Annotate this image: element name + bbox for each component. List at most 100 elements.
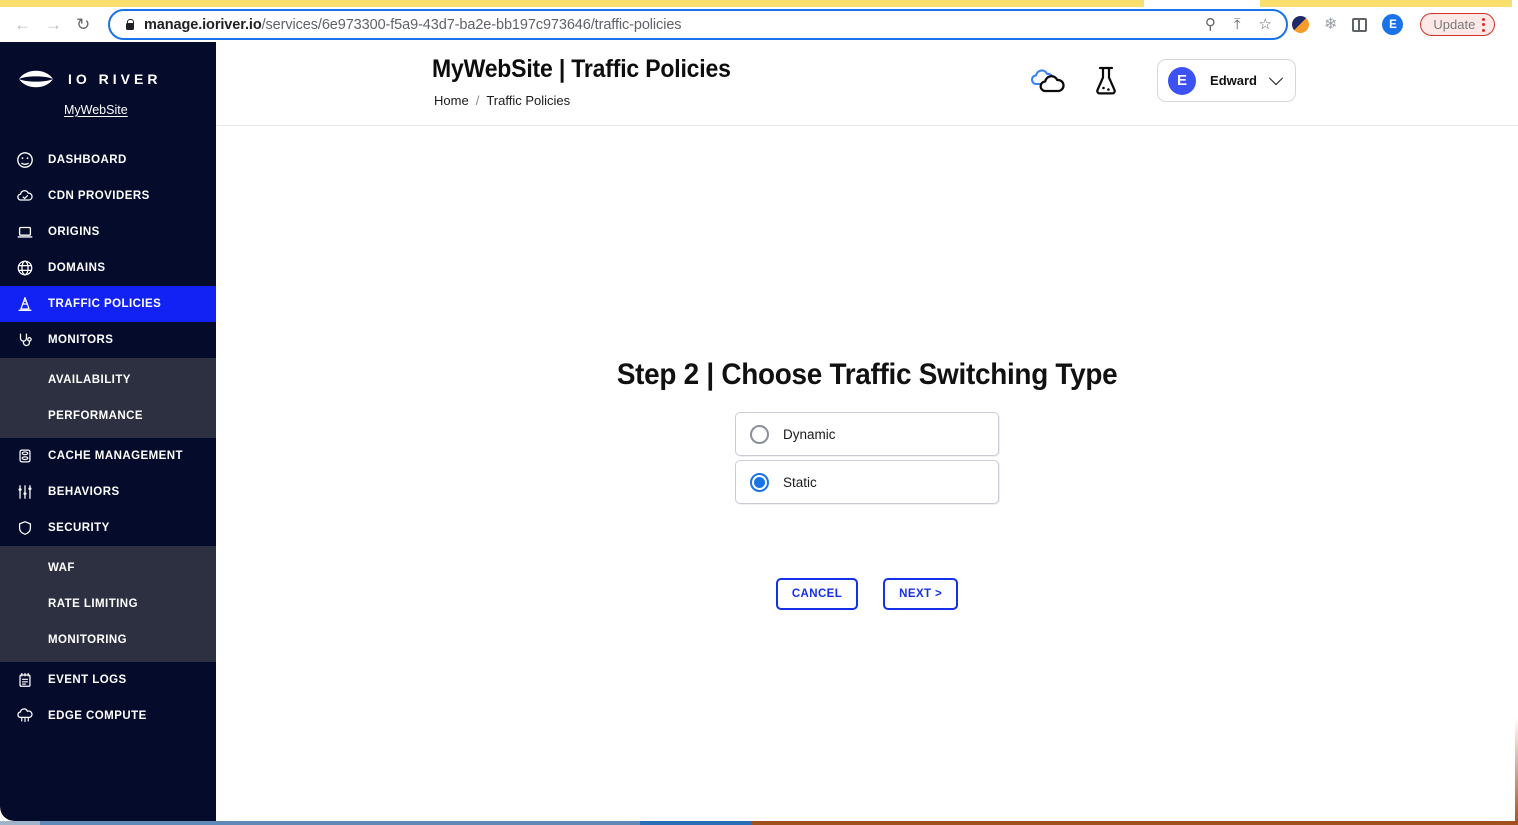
sidebar-item-label: SECURITY (48, 522, 110, 534)
sliders-icon (16, 483, 34, 501)
lab-flask-icon[interactable] (1091, 65, 1121, 97)
sidebar-item-waf[interactable]: WAF (0, 550, 216, 586)
kebab-menu-icon[interactable] (1482, 17, 1486, 32)
sidebar-item-label: BEHAVIORS (48, 486, 120, 498)
sidebar-nav: DASHBOARD CDN PROVIDERS ORIGINS DOMAINS … (0, 142, 216, 734)
sidebar-item-edge-compute[interactable]: EDGE COMPUTE (0, 698, 216, 734)
sidebar-item-label: MONITORS (48, 334, 114, 346)
edge-compute-icon (16, 707, 34, 725)
browser-tab-strip-gap (1144, 0, 1260, 7)
sidebar-item-behaviors[interactable]: BEHAVIORS (0, 474, 216, 510)
radio-dynamic[interactable] (750, 424, 769, 444)
brand-name: IO RIVER (68, 71, 162, 87)
star-bookmark-icon[interactable]: ☆ (1259, 17, 1272, 32)
share-icon[interactable]: ⤒ (1234, 17, 1241, 32)
content-area: MyWebSite | Traffic Policies Home / Traf… (216, 42, 1518, 821)
sidebar-item-monitors[interactable]: MONITORS (0, 322, 216, 358)
lock-icon (124, 18, 135, 31)
sidebar-item-cdn-providers[interactable]: CDN PROVIDERS (0, 178, 216, 214)
reload-icon[interactable]: ↻ (76, 16, 90, 33)
update-button[interactable]: Update (1420, 13, 1496, 36)
sidebar-item-domains[interactable]: DOMAINS (0, 250, 216, 286)
sidebar-item-availability[interactable]: AVAILABILITY (0, 362, 216, 398)
chevron-down-icon (1268, 70, 1284, 85)
globe-icon (16, 259, 34, 277)
page-header: MyWebSite | Traffic Policies Home / Traf… (216, 42, 1518, 126)
service-link-wrap: MyWebSite (0, 101, 216, 119)
clouds-icon[interactable] (1027, 66, 1069, 96)
main-panel: Step 2 | Choose Traffic Switching Type D… (216, 126, 1518, 820)
radio-static[interactable] (750, 472, 769, 492)
puzzle-extensions-icon[interactable]: ❄ (1324, 16, 1337, 33)
desktop-bottom-edge (0, 821, 1518, 825)
browser-toolbar: ← → ↻ manage.ioriver.io/services/6e97330… (0, 7, 1518, 42)
avatar: E (1168, 66, 1197, 95)
sidebar-item-label: CACHE MANAGEMENT (48, 450, 183, 462)
notepad-icon (16, 671, 34, 689)
sidebar-item-label: CDN PROVIDERS (48, 190, 150, 202)
option-static[interactable]: Static (735, 460, 999, 504)
address-bar[interactable]: manage.ioriver.io/services/6e973300-f5a9… (108, 9, 1288, 40)
back-arrow-icon[interactable]: ← (14, 16, 31, 33)
ioriver-eye-logo (18, 66, 54, 92)
sidebar-item-origins[interactable]: ORIGINS (0, 214, 216, 250)
switching-type-options: Dynamic Static (735, 412, 999, 504)
traffic-cone-icon (16, 295, 34, 313)
browser-profile-avatar[interactable]: E (1382, 14, 1404, 35)
sidebar-item-label: EDGE COMPUTE (48, 710, 147, 722)
wizard-actions: CANCEL NEXT > (775, 578, 959, 610)
url-path: /services/6e973300-f5a9-43d7-ba2e-bb197c… (261, 16, 682, 33)
laptop-icon (16, 223, 34, 241)
sidebar-item-label: EVENT LOGS (48, 674, 127, 686)
sidebar-subitem-label: WAF (48, 562, 75, 574)
extension-brand-icon[interactable] (1292, 16, 1309, 33)
sidebar-item-dashboard[interactable]: DASHBOARD (0, 142, 216, 178)
header-actions: E Edward (1027, 59, 1296, 102)
option-label: Dynamic (783, 426, 836, 442)
user-menu[interactable]: E Edward (1157, 59, 1296, 102)
step-title: Step 2 | Choose Traffic Switching Type (616, 358, 1118, 391)
wizard-step: Step 2 | Choose Traffic Switching Type D… (216, 358, 1518, 610)
sidebar-item-event-logs[interactable]: EVENT LOGS (0, 662, 216, 698)
browser-extension-area: ❄ E Update (1292, 7, 1496, 42)
sidebar-item-label: DASHBOARD (48, 154, 127, 166)
sidebar-item-label: TRAFFIC POLICIES (48, 298, 162, 310)
sidebar-item-label: DOMAINS (48, 262, 106, 274)
option-dynamic[interactable]: Dynamic (735, 412, 999, 456)
sidebar-item-security[interactable]: SECURITY (0, 510, 216, 546)
breadcrumb-current: Traffic Policies (486, 93, 571, 108)
option-label: Static (783, 474, 817, 490)
sidebar: IO RIVER MyWebSite DASHBOARD CDN PROVIDE… (0, 42, 216, 821)
sidebar-item-traffic-policies[interactable]: TRAFFIC POLICIES (0, 286, 216, 322)
sidebar-item-label: ORIGINS (48, 226, 100, 238)
sidebar-item-cache-management[interactable]: CACHE MANAGEMENT (0, 438, 216, 474)
side-panel-icon[interactable] (1352, 17, 1368, 32)
sidebar-submenu-monitors: AVAILABILITY PERFORMANCE (0, 358, 216, 438)
breadcrumb-separator: / (475, 93, 480, 108)
cloud-check-icon (16, 187, 34, 205)
service-link[interactable]: MyWebSite (64, 103, 128, 117)
next-button[interactable]: NEXT > (883, 578, 959, 610)
sidebar-item-performance[interactable]: PERFORMANCE (0, 398, 216, 434)
sidebar-subitem-label: MONITORING (48, 634, 128, 646)
brand[interactable]: IO RIVER (0, 42, 216, 92)
screen-root: ← → ↻ manage.ioriver.io/services/6e97330… (0, 0, 1518, 825)
database-icon (16, 447, 34, 465)
shield-icon (16, 519, 34, 537)
cancel-button[interactable]: CANCEL (775, 578, 859, 610)
search-zoom-icon[interactable]: ⚲ (1205, 17, 1216, 32)
url-text: manage.ioriver.io/services/6e973300-f5a9… (144, 16, 682, 33)
breadcrumb-home[interactable]: Home (434, 93, 469, 108)
dashboard-gauge-icon (16, 151, 34, 169)
stethoscope-icon (16, 331, 34, 349)
forward-arrow-icon[interactable]: → (45, 16, 62, 33)
sidebar-subitem-label: AVAILABILITY (48, 374, 131, 386)
sidebar-item-monitoring[interactable]: MONITORING (0, 622, 216, 658)
page-title: MyWebSite | Traffic Policies (432, 55, 731, 83)
browser-tab-strip (0, 0, 1512, 7)
app-window: IO RIVER MyWebSite DASHBOARD CDN PROVIDE… (0, 42, 1518, 821)
sidebar-item-rate-limiting[interactable]: RATE LIMITING (0, 586, 216, 622)
sidebar-subitem-label: PERFORMANCE (48, 410, 144, 422)
breadcrumb: Home / Traffic Policies (434, 93, 570, 108)
user-name: Edward (1210, 73, 1257, 88)
